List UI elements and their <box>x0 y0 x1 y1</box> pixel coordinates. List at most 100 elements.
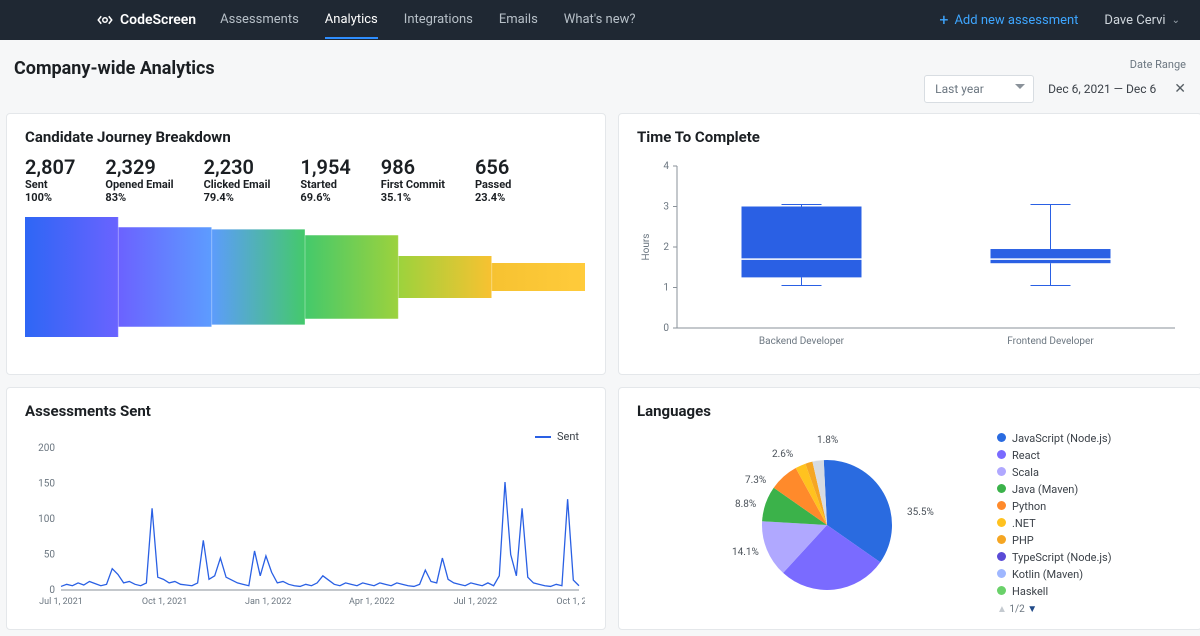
nav-tab-what-s-new-[interactable]: What's new? <box>564 2 636 39</box>
funnel-stat-label: Opened Email <box>105 178 173 191</box>
funnel-stat-value: 2,807 <box>25 156 75 178</box>
date-range-preset-select[interactable]: Last year <box>924 75 1034 103</box>
languages-legend-item: Java (Maven) <box>997 481 1112 498</box>
languages-title: Languages <box>637 402 1183 420</box>
legend-label: TypeScript (Node.js) <box>1012 551 1112 564</box>
time-to-complete-chart: 01234HoursBackend DeveloperFrontend Deve… <box>637 156 1185 356</box>
languages-legend: JavaScript (Node.js) React Scala Java (Mave… <box>997 430 1112 600</box>
languages-legend-item: Haskell <box>997 583 1112 600</box>
svg-text:14.1%: 14.1% <box>732 547 759 558</box>
funnel-stat-value: 2,329 <box>105 156 173 178</box>
funnel-stat-value: 656 <box>475 156 511 178</box>
legend-label: React <box>1012 449 1040 462</box>
funnel-stat-pct: 35.1% <box>381 191 445 204</box>
funnel-stat-pct: 69.6% <box>300 191 350 204</box>
languages-legend-item: .NET <box>997 515 1112 532</box>
svg-text:Oct 1, 2021: Oct 1, 2021 <box>142 597 187 607</box>
date-range-section: Date Range Last year Dec 6, 2021 — Dec 6… <box>924 58 1186 103</box>
funnel-stat: 2,329 Opened Email 83% <box>105 156 173 204</box>
svg-text:1: 1 <box>663 283 669 294</box>
add-assessment-label: Add new assessment <box>954 13 1078 28</box>
languages-pager[interactable]: ▲ 1/2 ▼ <box>997 604 1112 615</box>
legend-color-icon <box>997 433 1006 442</box>
legend-line-icon <box>535 436 551 438</box>
funnel-stat: 986 First Commit 35.1% <box>381 156 445 204</box>
assessments-sent-card: Assessments Sent Sent 050100150200Jul 1,… <box>6 387 606 630</box>
svg-text:3: 3 <box>663 202 669 213</box>
svg-text:Backend Developer: Backend Developer <box>759 336 845 347</box>
funnel-stat-pct: 79.4% <box>204 191 271 204</box>
pager-down-icon[interactable]: ▼ <box>1027 604 1037 615</box>
clear-date-range-button[interactable]: ✕ <box>1174 81 1186 97</box>
legend-label: Java (Maven) <box>1012 483 1078 496</box>
legend-color-icon <box>997 467 1006 476</box>
plus-icon: + <box>939 12 948 28</box>
languages-card: Languages 35.5%27.1%14.1%8.8%7.3%2.6%1.8… <box>618 387 1200 630</box>
caret-down-icon <box>1015 84 1025 94</box>
svg-text:7.3%: 7.3% <box>745 475 766 486</box>
funnel-stat-label: Clicked Email <box>204 178 271 191</box>
languages-legend-item: TypeScript (Node.js) <box>997 549 1112 566</box>
nav-tab-emails[interactable]: Emails <box>499 2 538 39</box>
legend-color-icon <box>997 518 1006 527</box>
top-nav: CodeScreen Assessments Analytics Integrati… <box>0 0 1200 40</box>
languages-legend-item: PHP <box>997 532 1112 549</box>
svg-text:Hours: Hours <box>641 234 652 261</box>
nav-tab-integrations[interactable]: Integrations <box>404 2 473 39</box>
svg-text:2.6%: 2.6% <box>772 449 793 460</box>
brand[interactable]: CodeScreen <box>96 11 196 29</box>
funnel-stat-pct: 83% <box>105 191 173 204</box>
legend-label: .NET <box>1012 517 1036 530</box>
svg-text:0: 0 <box>663 323 669 334</box>
legend-label: JavaScript (Node.js) <box>1012 432 1111 445</box>
legend-color-icon <box>997 569 1006 578</box>
assessments-sent-legend-label: Sent <box>557 430 579 443</box>
legend-color-icon <box>997 535 1006 544</box>
languages-legend-item: React <box>997 447 1112 464</box>
page-title: Company-wide Analytics <box>14 58 215 79</box>
svg-text:50: 50 <box>44 550 56 561</box>
funnel-stats: 2,807 Sent 100% 2,329 Opened Email 83% 2,2… <box>25 156 587 204</box>
svg-text:100: 100 <box>38 514 55 525</box>
legend-color-icon <box>997 501 1006 510</box>
funnel-stat: 2,807 Sent 100% <box>25 156 75 204</box>
languages-legend-item: Kotlin (Maven) <box>997 566 1112 583</box>
chevron-down-icon: ⌄ <box>1172 15 1180 26</box>
add-assessment-button[interactable]: + Add new assessment <box>939 12 1078 28</box>
candidate-journey-card: Candidate Journey Breakdown 2,807 Sent 1… <box>6 113 606 375</box>
user-menu[interactable]: Dave Cervi ⌄ <box>1104 13 1180 28</box>
assessments-sent-legend: Sent <box>535 430 579 443</box>
pager-up-icon[interactable]: ▲ <box>997 604 1007 615</box>
svg-text:4: 4 <box>663 161 669 172</box>
funnel-stat-pct: 100% <box>25 191 75 204</box>
funnel-stat-label: Started <box>300 178 350 191</box>
funnel-stat-label: Sent <box>25 178 75 191</box>
languages-legend-item: JavaScript (Node.js) <box>997 430 1112 447</box>
legend-label: PHP <box>1012 534 1034 547</box>
user-name: Dave Cervi <box>1104 13 1165 28</box>
legend-label: Python <box>1012 500 1046 513</box>
nav-tabs: Assessments Analytics Integrations Emails Wh… <box>220 2 635 39</box>
date-range-label: Date Range <box>924 58 1186 71</box>
legend-label: Scala <box>1012 466 1039 479</box>
svg-text:8.8%: 8.8% <box>735 499 756 510</box>
legend-color-icon <box>997 484 1006 493</box>
legend-label: Haskell <box>1012 585 1048 598</box>
date-range-text: Dec 6, 2021 — Dec 6 <box>1048 82 1156 96</box>
pager-text: 1/2 <box>1009 604 1024 615</box>
date-range-preset-value: Last year <box>935 82 984 96</box>
funnel-stat-value: 1,954 <box>300 156 350 178</box>
funnel-stat: 2,230 Clicked Email 79.4% <box>204 156 271 204</box>
nav-tab-analytics[interactable]: Analytics <box>325 2 378 39</box>
nav-tab-assessments[interactable]: Assessments <box>220 2 299 39</box>
svg-text:0: 0 <box>49 585 55 596</box>
svg-text:200: 200 <box>38 443 55 454</box>
page-header: Company-wide Analytics Date Range Last y… <box>0 40 1200 113</box>
brand-logo-icon <box>96 11 114 29</box>
svg-text:150: 150 <box>38 479 55 490</box>
svg-text:Oct 1, 2022: Oct 1, 2022 <box>556 597 585 607</box>
funnel-stat: 1,954 Started 69.6% <box>300 156 350 204</box>
legend-color-icon <box>997 450 1006 459</box>
brand-name: CodeScreen <box>120 12 196 28</box>
svg-text:Apr 1, 2022: Apr 1, 2022 <box>349 597 395 607</box>
